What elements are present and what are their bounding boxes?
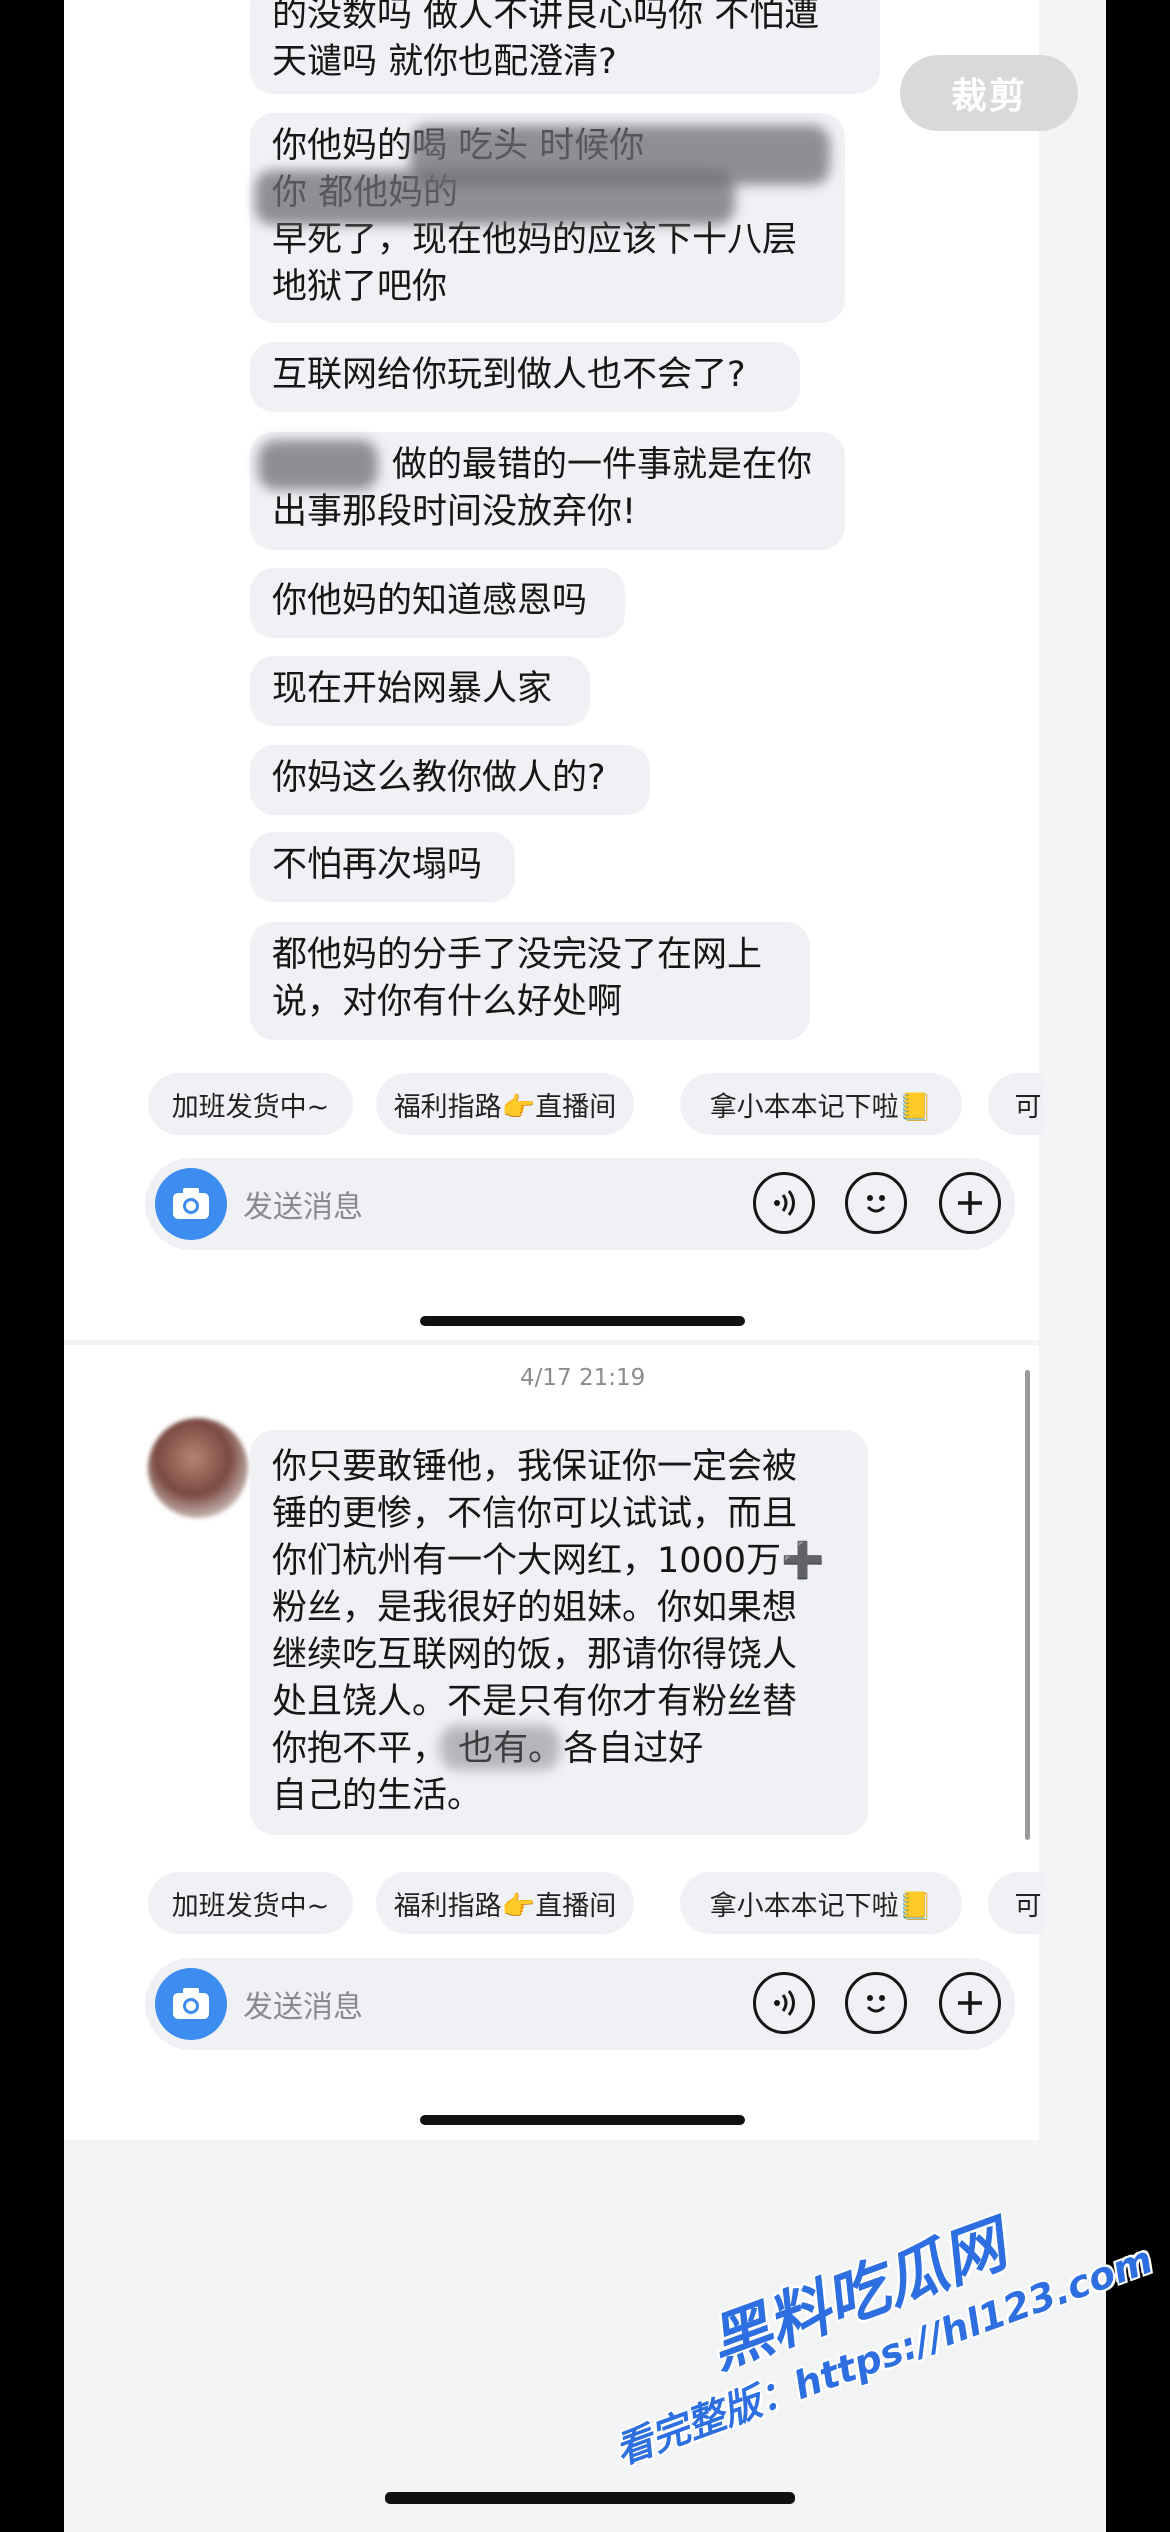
emoji-icon[interactable]	[845, 1972, 907, 2034]
camera-icon[interactable]	[155, 1168, 227, 1240]
message-line: 现在开始网暴人家	[272, 669, 553, 709]
chat-message: 你他妈的知道感恩吗	[250, 568, 625, 638]
quick-reply-chip[interactable]: 加班发货中~	[148, 1073, 353, 1135]
message-line: 继续吃互联网的饭，那请你得饶人	[272, 1635, 798, 1675]
chat-message: 你妈这么教你做人的?	[250, 745, 650, 815]
home-indicator	[385, 2492, 795, 2504]
avatar[interactable]	[148, 1418, 248, 1518]
message-input[interactable]: 发送消息	[243, 1982, 363, 2026]
quick-reply-chip[interactable]: 福利指路👉直播间	[376, 1073, 634, 1135]
quick-reply-bar: 加班发货中~ 福利指路👉直播间 拿小本本记下啦📒 可	[148, 1872, 1043, 1936]
message-line: 互联网给你玩到做人也不会了?	[272, 355, 746, 395]
crop-button[interactable]: 裁剪	[900, 55, 1078, 131]
message-line: 你只要敢锤他，我保证你一定会被	[272, 1447, 798, 1487]
message-line: 处且饶人。不是只有你才有粉丝替	[272, 1682, 798, 1722]
quick-reply-chip[interactable]: 可	[988, 1872, 1043, 1934]
message-line: 锤的更惨，不信你可以试试，而且	[272, 1494, 798, 1534]
plus-icon[interactable]	[939, 1172, 1001, 1234]
redaction-blur	[440, 1725, 560, 1770]
redaction-blur	[258, 440, 378, 490]
scrollbar[interactable]	[1025, 1370, 1030, 1840]
voice-icon[interactable]	[753, 1172, 815, 1234]
chat-message: 不怕再次塌吗	[250, 832, 515, 902]
message-input[interactable]: 发送消息	[243, 1182, 363, 1226]
message-line: 地狱了吧你	[272, 267, 448, 307]
voice-icon[interactable]	[753, 1972, 815, 2034]
message-line: 不怕再次塌吗	[272, 845, 483, 885]
quick-reply-chip[interactable]: 福利指路👉直播间	[376, 1872, 634, 1934]
message-line: 粉丝，是我很好的姐妹。你如果想	[272, 1588, 798, 1628]
plus-icon[interactable]	[939, 1972, 1001, 2034]
camera-icon[interactable]	[155, 1968, 227, 2040]
message-timestamp: 4/17 21:19	[520, 1365, 646, 1391]
emoji-icon[interactable]	[845, 1172, 907, 1234]
message-input-bar: 发送消息	[145, 1958, 1015, 2050]
redaction-blur	[255, 170, 735, 225]
message-line: 的没数吗 做人不讲良心吗你 不怕遭	[272, 0, 820, 35]
quick-reply-chip[interactable]: 拿小本本记下啦📒	[680, 1073, 962, 1135]
chat-message: 现在开始网暴人家	[250, 656, 590, 726]
message-line: 自己的生活。	[272, 1776, 483, 1816]
message-line: 出事那段时间没放弃你!	[272, 492, 637, 532]
quick-reply-chip[interactable]: 可	[988, 1073, 1043, 1135]
message-line: 说，对你有什么好处啊	[272, 982, 623, 1022]
chat-message: 的没数吗 做人不讲良心吗你 不怕遭 天谴吗 就你也配澄清?	[250, 0, 880, 94]
message-line: 你们杭州有一个大网红，1000万➕	[272, 1541, 825, 1581]
quick-reply-chip[interactable]: 加班发货中~	[148, 1872, 353, 1934]
quick-reply-bar: 加班发货中~ 福利指路👉直播间 拿小本本记下啦📒 可	[148, 1073, 1043, 1137]
message-line: 你他妈的知道感恩吗	[272, 581, 588, 621]
quick-reply-chip[interactable]: 拿小本本记下啦📒	[680, 1872, 962, 1934]
message-line: 天谴吗 就你也配澄清?	[272, 42, 617, 82]
chat-message: 互联网给你玩到做人也不会了?	[250, 342, 800, 412]
chat-message: 都他妈的分手了没完没了在网上 说，对你有什么好处啊	[250, 922, 810, 1040]
chat-message: 你只要敢锤他，我保证你一定会被 锤的更惨，不信你可以试试，而且 你们杭州有一个大…	[250, 1430, 868, 1835]
message-line: 你妈这么教你做人的?	[272, 758, 606, 798]
home-indicator	[420, 1316, 745, 1326]
message-input-bar: 发送消息	[145, 1158, 1015, 1250]
home-indicator	[420, 2115, 745, 2125]
message-line: 都他妈的分手了没完没了在网上	[272, 935, 763, 975]
